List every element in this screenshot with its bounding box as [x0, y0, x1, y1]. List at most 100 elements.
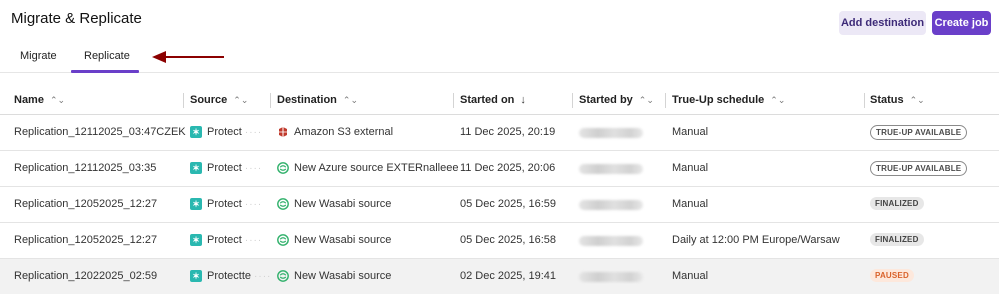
row-started-by-redacted [579, 236, 643, 246]
row-destination: New Wasabi source [277, 234, 391, 246]
sort-updown-icon[interactable]: ⌃⌄ [233, 95, 248, 106]
sort-updown-icon[interactable]: ⌃⌄ [910, 95, 925, 106]
status-badge: TRUE-UP AVAILABLE [870, 125, 968, 140]
row-source: ✶ Protect ···· [190, 162, 262, 174]
row-status: FINALIZED [870, 197, 924, 210]
row-source-label: Protect [207, 162, 242, 174]
table-row[interactable]: Replication_12052025_12:27 ✶ Protect ···· Ne… [0, 223, 999, 259]
cloud-sync-icon [277, 234, 289, 246]
column-header-started-by[interactable]: Started by ⌃⌄ [579, 94, 654, 106]
row-source: ✶ Protect ···· [190, 126, 262, 138]
cloud-sync-icon [277, 162, 289, 174]
table-header: Name ⌃⌄ Source ⌃⌄ Destination ⌃⌄ Started on… [0, 85, 999, 115]
replication-table: Name ⌃⌄ Source ⌃⌄ Destination ⌃⌄ Started on… [0, 85, 999, 294]
row-status: TRUE-UP AVAILABLE [870, 125, 968, 140]
row-source-label: Protectte [207, 270, 252, 282]
column-divider[interactable] [864, 93, 865, 108]
column-divider[interactable] [270, 93, 271, 108]
row-status: TRUE-UP AVAILABLE [870, 161, 968, 176]
status-badge: FINALIZED [870, 233, 924, 246]
truncation-fade: ···· [244, 162, 263, 174]
protect-icon: ✶ [190, 270, 202, 282]
row-started-on: 05 Dec 2025, 16:58 [460, 234, 557, 246]
protect-icon: ✶ [190, 198, 202, 210]
row-source-label: Protect [207, 198, 242, 210]
active-tab-indicator [71, 70, 139, 73]
annotation-arrow-icon [152, 51, 224, 63]
row-name[interactable]: Replication_12112025_03:47CZEK [14, 126, 186, 138]
column-header-started-on[interactable]: Started on ↓ [460, 94, 526, 106]
row-source: ✶ Protect ···· [190, 234, 262, 246]
row-destination-label: New Azure source EXTERnalleee [294, 162, 459, 174]
row-true-up-schedule: Manual [672, 198, 709, 210]
column-divider[interactable] [183, 93, 184, 108]
protect-icon: ✶ [190, 162, 202, 174]
row-source: ✶ Protect ···· [190, 198, 262, 210]
row-started-by-redacted [579, 128, 643, 138]
column-divider[interactable] [572, 93, 573, 108]
cloud-sync-icon [277, 198, 289, 210]
row-true-up-schedule: Manual [672, 126, 709, 138]
truncation-fade: ···· [244, 126, 263, 138]
tab-replicate[interactable]: Replicate [84, 50, 130, 62]
row-status: FINALIZED [870, 233, 924, 246]
row-name[interactable]: Replication_12052025_12:27 [14, 198, 157, 210]
row-started-by-redacted [579, 272, 643, 282]
row-name[interactable]: Replication_12052025_12:27 [14, 234, 157, 246]
table-row[interactable]: Replication_12052025_12:27 ✶ Protect ···· Ne… [0, 187, 999, 223]
table-row[interactable]: Replication_12022025_02:59 ✶ Protectte ····… [0, 259, 999, 294]
row-started-on: 11 Dec 2025, 20:06 [460, 162, 556, 174]
page-title: Migrate & Replicate [11, 10, 142, 27]
column-header-true-up-schedule[interactable]: True-Up schedule ⌃⌄ [672, 94, 785, 106]
row-true-up-schedule: Daily at 12:00 PM Europe/Warsaw [672, 234, 840, 246]
redacted-user [579, 164, 643, 174]
sort-updown-icon[interactable]: ⌃⌄ [770, 95, 785, 106]
truncation-fade: ···· [244, 198, 263, 210]
row-started-by-redacted [579, 200, 643, 210]
sort-updown-icon[interactable]: ⌃⌄ [639, 95, 654, 106]
row-started-on: 11 Dec 2025, 20:19 [460, 126, 556, 138]
protect-icon: ✶ [190, 234, 202, 246]
row-destination: New Azure source EXTERnalleee [277, 162, 458, 174]
table-body: Replication_12112025_03:47CZEK ✶ Protect ··… [0, 115, 999, 294]
column-header-source[interactable]: Source ⌃⌄ [190, 94, 248, 106]
redacted-user [579, 272, 643, 282]
row-destination-label: Amazon S3 external [294, 126, 394, 138]
row-name[interactable]: Replication_12022025_02:59 [14, 270, 157, 282]
column-header-destination[interactable]: Destination ⌃⌄ [277, 94, 358, 106]
redacted-user [579, 128, 643, 138]
sort-updown-icon[interactable]: ⌃⌄ [50, 95, 65, 106]
s3-icon [277, 126, 289, 138]
redacted-user [579, 200, 643, 210]
row-status: PAUSED [870, 269, 914, 282]
sort-updown-icon[interactable]: ⌃⌄ [343, 95, 358, 106]
row-destination: Amazon S3 external [277, 126, 393, 138]
create-job-button[interactable]: Create job [932, 11, 991, 35]
protect-icon: ✶ [190, 126, 202, 138]
table-row[interactable]: Replication_12112025_03:47CZEK ✶ Protect ··… [0, 115, 999, 151]
sort-down-arrow-icon[interactable]: ↓ [520, 94, 526, 106]
row-destination-label: New Wasabi source [294, 270, 392, 282]
row-source-label: Protect [207, 126, 242, 138]
table-row[interactable]: Replication_12112025_03:35 ✶ Protect ···· Ne… [0, 151, 999, 187]
column-divider[interactable] [453, 93, 454, 108]
add-destination-button[interactable]: Add destination [839, 11, 926, 35]
truncation-fade: ···· [254, 270, 272, 282]
row-destination: New Wasabi source [277, 198, 391, 210]
row-source: ✶ Protectte ···· [190, 270, 271, 282]
row-name[interactable]: Replication_12112025_03:35 [14, 162, 156, 174]
tab-bar: Migrate Replicate [0, 44, 999, 73]
redacted-user [579, 236, 643, 246]
row-destination-label: New Wasabi source [294, 198, 392, 210]
cloud-sync-icon [277, 270, 289, 282]
column-divider[interactable] [665, 93, 666, 108]
column-header-name[interactable]: Name ⌃⌄ [14, 94, 65, 106]
column-header-status[interactable]: Status ⌃⌄ [870, 94, 925, 106]
tab-migrate[interactable]: Migrate [20, 50, 57, 62]
row-source-label: Protect [207, 234, 242, 246]
row-true-up-schedule: Manual [672, 270, 709, 282]
row-started-on: 05 Dec 2025, 16:59 [460, 198, 557, 210]
row-started-on: 02 Dec 2025, 19:41 [460, 270, 557, 282]
truncation-fade: ···· [244, 234, 263, 246]
status-badge: FINALIZED [870, 197, 924, 210]
